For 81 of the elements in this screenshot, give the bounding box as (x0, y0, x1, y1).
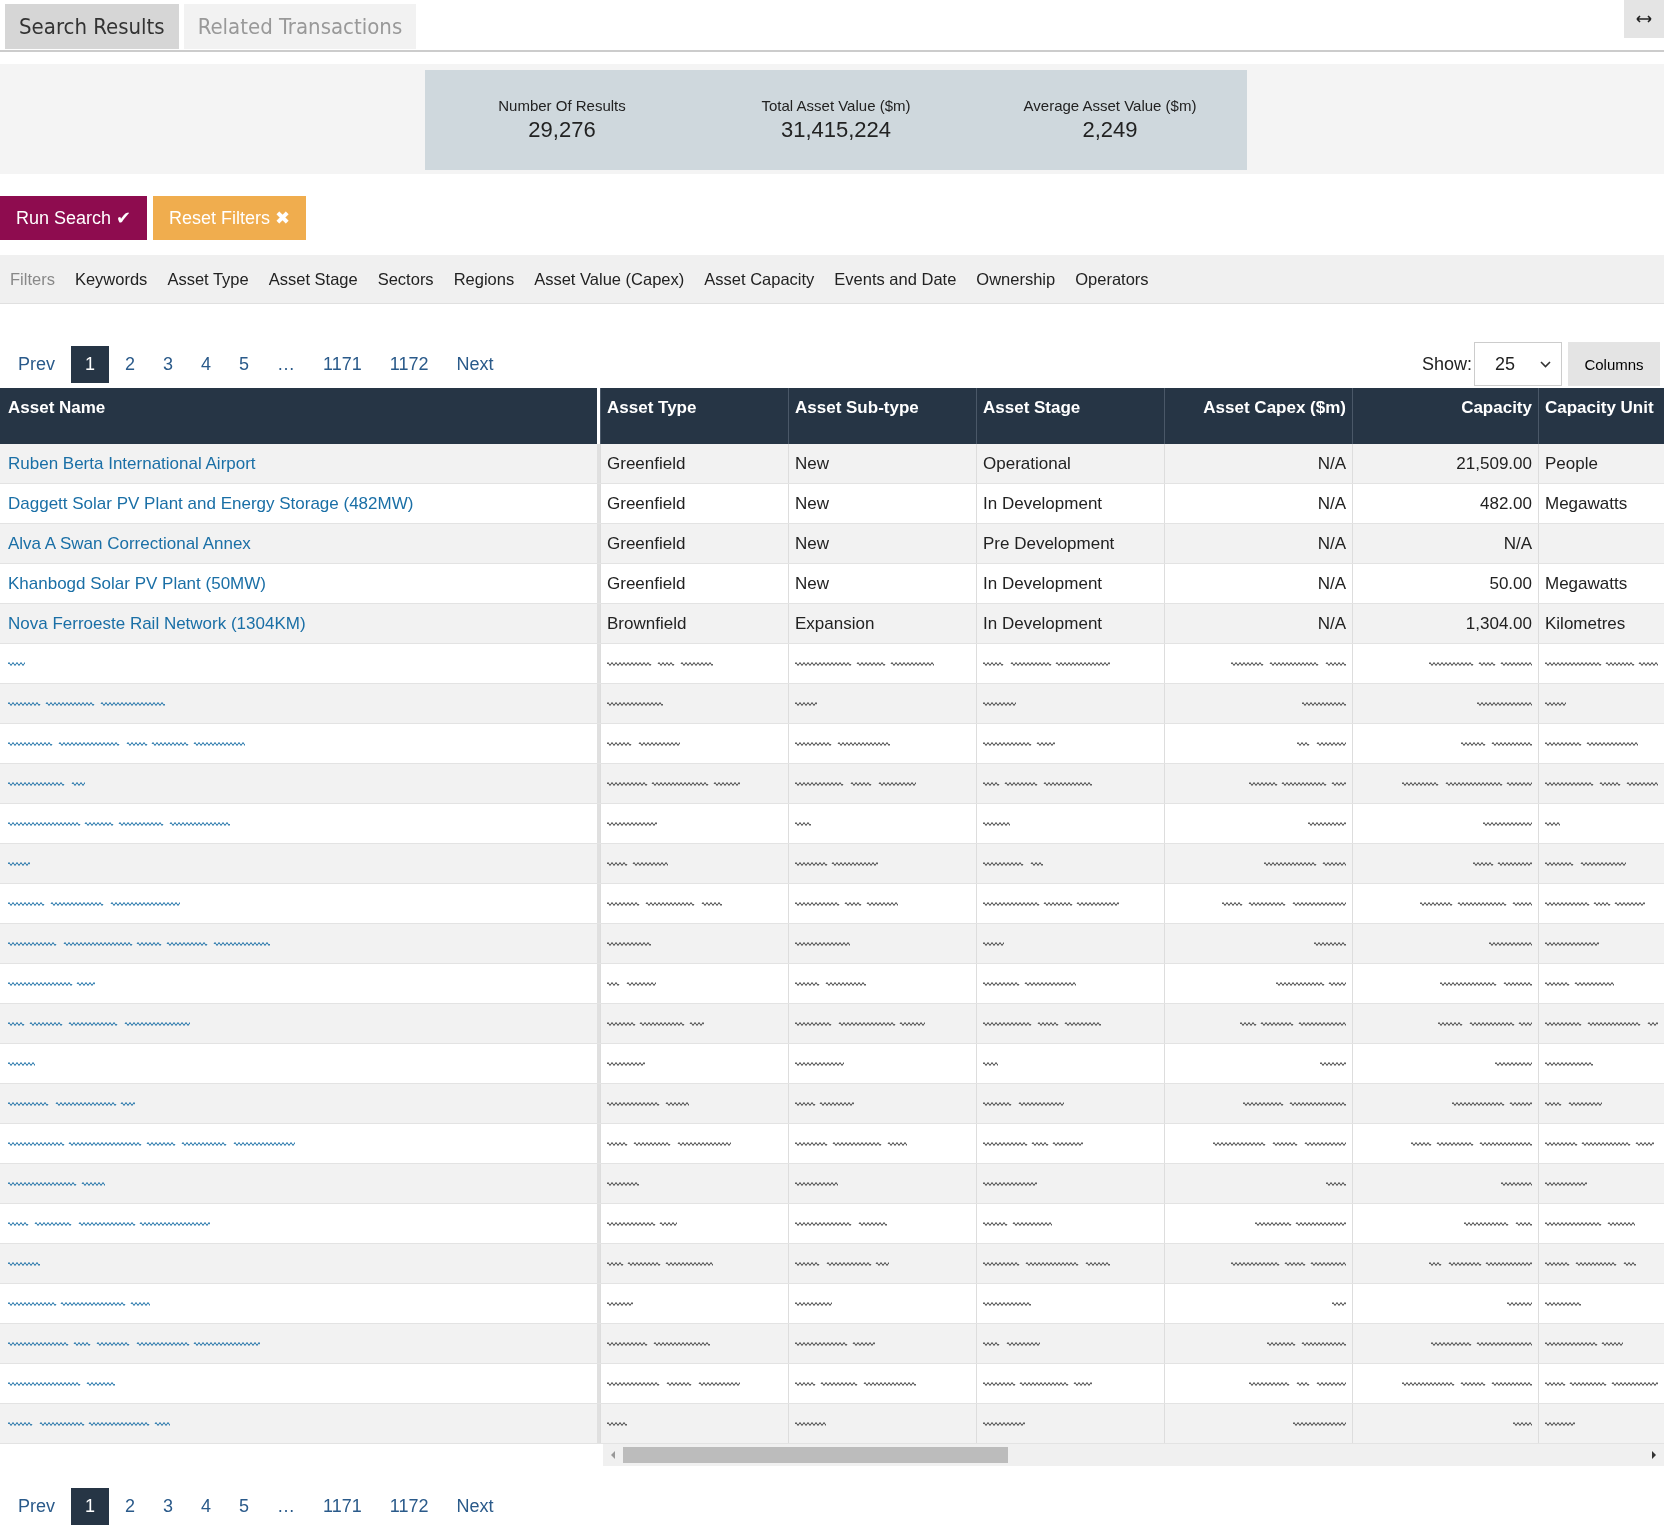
chevron-down-icon (1540, 360, 1551, 368)
page-link[interactable]: 3 (151, 1488, 186, 1525)
table-cell: Kilometres (1545, 613, 1626, 634)
table-cell: Expansion (795, 613, 875, 634)
table-cell: New (795, 453, 829, 474)
page-link[interactable]: 4 (189, 345, 224, 383)
table-cell: 21,509.00 (1456, 453, 1532, 474)
expand-button[interactable] (1624, 0, 1664, 38)
table-cell: N/A (1317, 533, 1346, 554)
filter-tab[interactable]: Asset Value (Capex) (534, 269, 685, 289)
page-link[interactable]: 1172 (377, 345, 441, 383)
table-cell: In Development (983, 493, 1103, 514)
stat-value: 31,415,224 (780, 117, 892, 143)
table-cell: People (1545, 453, 1598, 474)
filter-tab[interactable]: Asset Capacity (704, 269, 815, 289)
run-search-button[interactable]: Run Search ✔ (0, 196, 148, 240)
table-cell: N/A (1317, 453, 1346, 474)
page-link[interactable]: 2 (113, 1488, 148, 1525)
table-cell: New (795, 493, 829, 514)
prev-link[interactable]: Prev (6, 345, 67, 383)
table-cell: Megawatts (1545, 573, 1628, 594)
table-cell: Operational (983, 453, 1071, 474)
table-cell: N/A (1317, 613, 1346, 634)
table-cell: 482.00 (1480, 493, 1532, 514)
columns-button[interactable]: Columns (1568, 342, 1660, 386)
horizontal-scrollbar[interactable] (603, 1444, 1664, 1466)
filter-tab[interactable]: Asset Type (167, 269, 249, 289)
table-cell: Pre Development (983, 533, 1115, 554)
table-cell: N/A (1317, 493, 1346, 514)
page-link[interactable]: 1172 (377, 1488, 441, 1525)
table-cell: Greenfield (607, 573, 686, 594)
table-cell: Megawatts (1545, 493, 1628, 514)
asset-link[interactable]: Daggett Solar PV Plant and Energy Storage (482MW) (8, 493, 414, 514)
next-link[interactable]: Next (444, 1488, 506, 1525)
page-link[interactable]: 1171 (311, 345, 374, 383)
page-link[interactable]: … (265, 345, 308, 383)
filters-label: Filters (10, 269, 55, 289)
prev-link[interactable]: Prev (6, 1488, 67, 1525)
stat-label: Total Asset Value ($m) (761, 97, 911, 114)
page-size-select[interactable]: 25 (1474, 342, 1562, 386)
next-link[interactable]: Next (444, 345, 506, 383)
filter-tab[interactable]: Asset Stage (268, 269, 358, 289)
stat-label: Number Of Results (498, 97, 626, 114)
page-link[interactable]: … (265, 1488, 308, 1525)
table-cell: Brownfield (607, 613, 687, 634)
filter-tab[interactable]: Keywords (74, 269, 148, 289)
asset-link[interactable]: Khanbogd Solar PV Plant (50MW) (8, 573, 266, 594)
stat-label: Average Asset Value ($m) (1023, 97, 1197, 114)
page-link[interactable]: 2 (113, 345, 148, 383)
table-cell: Greenfield (607, 493, 686, 514)
table-cell: Greenfield (607, 453, 686, 474)
table-cell: New (795, 533, 829, 554)
tab[interactable]: Search Results (5, 4, 179, 49)
page-link[interactable]: 5 (227, 1488, 262, 1525)
stat-value: 2,249 (1082, 117, 1138, 143)
filter-tab[interactable]: Sectors (377, 269, 434, 289)
filter-tab[interactable]: Events and Date (834, 269, 957, 289)
page-link[interactable]: 4 (189, 1488, 224, 1525)
table-cell: Greenfield (607, 533, 686, 554)
asset-link[interactable]: Ruben Berta International Airport (8, 453, 256, 474)
scroll-right-icon[interactable] (1650, 1450, 1658, 1460)
asset-link[interactable]: Alva A Swan Correctional Annex (8, 533, 251, 554)
table-cell: N/A (1503, 533, 1532, 554)
table-cell: In Development (983, 573, 1103, 594)
table-cell: 1,304.00 (1465, 613, 1532, 634)
double-arrow-icon (1636, 15, 1652, 23)
page-link[interactable]: 1 (71, 345, 110, 383)
page-link[interactable]: 5 (227, 345, 262, 383)
stat-value: 29,276 (528, 117, 596, 143)
table-cell: 50.00 (1489, 573, 1532, 594)
show-label: Show: (1421, 353, 1472, 375)
page-link[interactable]: 1171 (311, 1488, 374, 1525)
asset-link[interactable]: Nova Ferroeste Rail Network (1304KM) (8, 613, 306, 634)
table-cell: New (795, 573, 829, 594)
page-link[interactable]: 1 (71, 1488, 110, 1525)
filter-tab[interactable]: Operators (1075, 269, 1149, 289)
page-link[interactable]: 3 (151, 345, 186, 383)
filter-tab[interactable]: Regions (453, 269, 515, 289)
table-cell: In Development (983, 613, 1103, 634)
table-cell: N/A (1317, 573, 1346, 594)
filter-tab[interactable]: Ownership (976, 269, 1056, 289)
